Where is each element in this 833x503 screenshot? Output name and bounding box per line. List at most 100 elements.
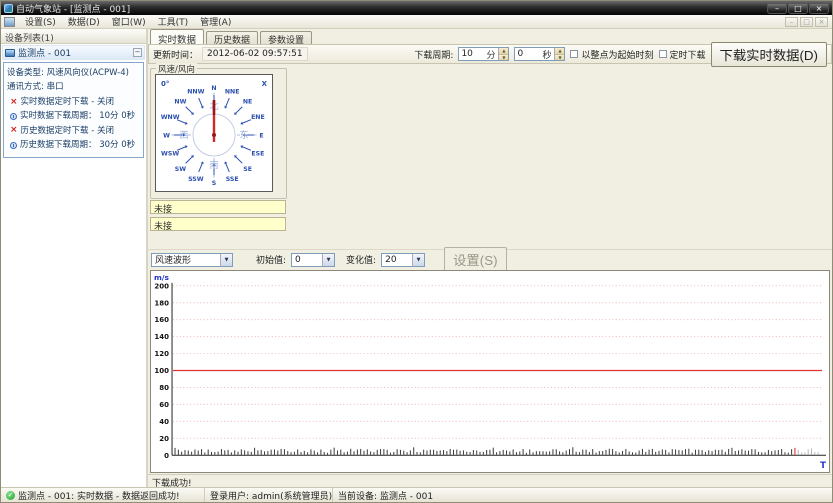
svg-text:WNW: WNW <box>161 114 180 121</box>
app-icon <box>4 4 13 13</box>
status-user-text: 登录用户: admin(系统管理员) <box>210 489 332 502</box>
minutes-stepper[interactable]: 10 分 ▲▼ <box>458 47 509 61</box>
status-segment-result: ✓ 监测点 - 001: 实时数据 - 数据返回成功! <box>1 488 205 502</box>
status-device-text: 当前设备: 监测点 - 001 <box>338 489 433 502</box>
svg-text:180: 180 <box>154 299 169 307</box>
svg-text:SSE: SSE <box>226 176 239 183</box>
clock-icon <box>10 113 17 120</box>
tab-1[interactable]: 历史数据 <box>206 31 258 44</box>
maximize-icon[interactable]: □ <box>788 3 808 14</box>
chevron-down-icon[interactable]: ▼ <box>322 254 334 266</box>
svg-text:南: 南 <box>209 159 218 171</box>
window-title: 自动气象站 - [监测点 - 001] <box>16 2 130 15</box>
mdi-minimize-icon[interactable]: – <box>785 17 798 27</box>
mdi-restore-icon[interactable]: □ <box>800 17 813 27</box>
minutes-spinner[interactable]: ▲▼ <box>498 48 508 60</box>
tree-node-label: 监测点 - 001 <box>18 46 71 59</box>
collapse-icon[interactable]: − <box>133 48 142 57</box>
timed-download-checkbox[interactable] <box>659 50 667 58</box>
seconds-unit: 秒 <box>539 48 554 61</box>
seconds-stepper[interactable]: 0 秒 ▲▼ <box>514 47 565 61</box>
svg-text:100: 100 <box>154 367 169 375</box>
waveform-controls: 风速波形 ▼ 初始值: 0 ▼ 变化值: 20 ▼ 设置(S) <box>148 249 832 269</box>
period-label: 下载周期: <box>414 48 453 61</box>
svg-text:NNW: NNW <box>187 88 204 95</box>
waveform-select-value: 风速波形 <box>152 253 194 266</box>
svg-text:SW: SW <box>175 166 186 173</box>
change-value-label: 变化值: <box>346 253 376 266</box>
menu-item-0[interactable]: 设置(S) <box>19 14 62 29</box>
mdi-close-icon[interactable]: × <box>815 17 828 27</box>
status-segment-user: 登录用户: admin(系统管理员) <box>205 488 333 502</box>
initial-value-label: 初始值: <box>256 253 286 266</box>
device-info-text: 历史数据下载周期： 30分 0秒 <box>20 138 135 152</box>
change-value: 20 <box>382 255 399 265</box>
start-on-hour-label: 以整点为起始时刻 <box>581 48 653 61</box>
initial-value-select[interactable]: 0 ▼ <box>291 253 335 267</box>
svg-text:NNE: NNE <box>225 88 240 95</box>
content-panel: 实时数据历史数据参数设置 更新时间： 2012-06-02 09:57:51 下… <box>148 29 832 487</box>
device-panel: 设备列表(1) 监测点 - 001 − 设备类型: 风速风向仪(ACPW-4)通… <box>1 29 148 487</box>
chevron-down-icon[interactable]: ▼ <box>220 254 232 266</box>
svg-text:NW: NW <box>174 99 186 106</box>
svg-text:140: 140 <box>154 333 169 341</box>
close-icon[interactable]: × <box>809 3 829 14</box>
chevron-down-icon[interactable]: ▼ <box>412 254 424 266</box>
svg-text:40: 40 <box>159 418 169 426</box>
svg-text:0°: 0° <box>161 80 169 88</box>
start-on-hour-option[interactable]: 以整点为起始时刻 <box>570 48 653 61</box>
waveform-select[interactable]: 风速波形 ▼ <box>151 253 233 267</box>
device-info-line-2: ×实时数据定时下载 - 关闭 <box>7 95 141 109</box>
svg-text:W: W <box>163 132 170 139</box>
minutes-value[interactable]: 10 <box>459 49 483 59</box>
window-buttons: – □ × <box>767 3 829 14</box>
device-icon <box>5 49 15 57</box>
svg-text:160: 160 <box>154 316 169 324</box>
menu-items: 设置(S)数据(D)窗口(W)工具(T)管理(A) <box>19 14 237 29</box>
compass-svg: 0°XNNNENEENEEESESESSESSSWSWWSWWWNWNWNNW北… <box>156 75 272 191</box>
svg-text:东: 东 <box>239 129 248 141</box>
svg-text:20: 20 <box>159 435 169 443</box>
device-info-line-5: 历史数据下载周期： 30分 0秒 <box>7 138 141 152</box>
svg-text:60: 60 <box>159 401 169 409</box>
change-value-select[interactable]: 20 ▼ <box>381 253 425 267</box>
menu-item-2[interactable]: 窗口(W) <box>106 14 152 29</box>
sensor-value-1: 未接 <box>150 200 286 214</box>
svg-text:ESE: ESE <box>251 150 264 157</box>
svg-text:E: E <box>259 132 263 139</box>
device-info-line-3: 实时数据下载周期： 10分 0秒 <box>7 109 141 123</box>
menu-item-3[interactable]: 工具(T) <box>152 14 195 29</box>
device-info-text: 通讯方式: 串口 <box>7 80 64 94</box>
spin-down-icon[interactable]: ▼ <box>555 55 564 61</box>
timed-download-option[interactable]: 定时下载 <box>659 48 706 61</box>
seconds-spinner[interactable]: ▲▼ <box>554 48 564 60</box>
tab-2[interactable]: 参数设置 <box>260 31 312 44</box>
tab-0[interactable]: 实时数据 <box>150 29 204 44</box>
tree-node-station[interactable]: 监测点 - 001 − <box>2 45 145 60</box>
device-info-text: 实时数据定时下载 - 关闭 <box>21 95 114 109</box>
time-cursor-marker[interactable]: T <box>820 460 826 470</box>
device-info-line-0: 设备类型: 风速风向仪(ACPW-4) <box>7 66 141 80</box>
device-info-line-4: ×历史数据定时下载 - 关闭 <box>7 124 141 138</box>
svg-text:ENE: ENE <box>251 114 265 121</box>
svg-text:S: S <box>212 180 216 187</box>
initial-value: 0 <box>292 255 304 265</box>
start-on-hour-checkbox[interactable] <box>570 50 578 58</box>
mdi-window-buttons: – □ × <box>785 17 828 27</box>
clock-icon <box>10 142 17 149</box>
app-window: 自动气象站 - [监测点 - 001] – □ × 设置(S)数据(D)窗口(W… <box>0 0 833 503</box>
device-info-text: 设备类型: 风速风向仪(ACPW-4) <box>7 66 129 80</box>
main-body: 设备列表(1) 监测点 - 001 − 设备类型: 风速风向仪(ACPW-4)通… <box>1 29 832 487</box>
timed-download-label: 定时下载 <box>670 48 706 61</box>
set-button[interactable]: 设置(S) <box>444 247 506 272</box>
download-realtime-button[interactable]: 下载实时数据(D) <box>711 42 827 67</box>
minimize-icon[interactable]: – <box>767 3 787 14</box>
spin-down-icon[interactable]: ▼ <box>499 55 508 61</box>
seconds-value[interactable]: 0 <box>515 49 539 59</box>
menu-item-1[interactable]: 数据(D) <box>62 14 106 29</box>
menu-bar: 设置(S)数据(D)窗口(W)工具(T)管理(A) – □ × <box>1 15 832 29</box>
status-segment-device: 当前设备: 监测点 - 001 <box>333 488 832 502</box>
menu-item-4[interactable]: 管理(A) <box>194 14 237 29</box>
mdi-child-icon <box>4 17 15 27</box>
svg-text:SE: SE <box>243 166 252 173</box>
